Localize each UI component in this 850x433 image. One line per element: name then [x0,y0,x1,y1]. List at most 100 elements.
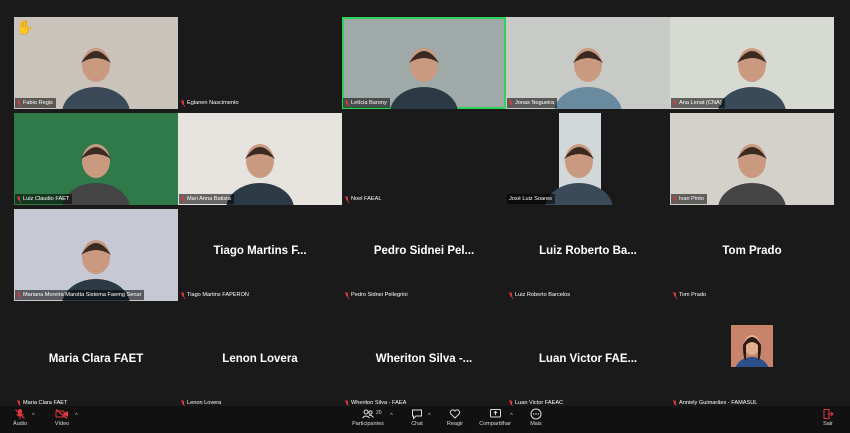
react-button[interactable]: Reagir [445,408,465,427]
video-off-icon [55,409,68,419]
participant-tile[interactable]: Jonas Nogueira [506,17,670,109]
participant-tile[interactable]: Luan Victor FAE... Luan Victor FAEAC [506,317,670,409]
muted-mic-icon [508,291,514,299]
share-screen-icon [489,409,501,418]
participant-tile[interactable]: ✋ Fabio Regis [14,17,178,109]
participant-tile[interactable]: Maria Clara FAET Maria Clara FAET [14,317,178,409]
participant-name-label: Mariana Moreira Marotta Sistema Faemg Se… [15,290,145,300]
more-icon [530,408,542,420]
participants-options-chevron-icon[interactable]: ^ [390,413,393,419]
muted-mic-icon [180,291,186,299]
muted-mic-icon [16,291,22,299]
participant-name-label: Tom Prado [671,290,709,300]
participants-icon [362,409,374,419]
participant-tile[interactable]: Noel FAEAL [342,113,506,205]
video-feed [545,113,613,205]
chat-button[interactable]: Chat [408,408,426,427]
video-button[interactable]: Vídeo [51,408,73,427]
participant-name-label: Ana Lenat (CNA) [671,98,725,108]
chat-label: Chat [411,421,423,427]
participant-tile[interactable]: Ivan Pinto [670,113,834,205]
participant-name-label: Fabio Regis [15,98,56,108]
participant-name: Letícia Barony [351,100,387,106]
participant-name-label: Eglanen Nascimento [179,98,242,108]
participant-tile[interactable]: Luiz Claudio FAET [14,113,178,205]
participant-tile[interactable]: Tom Prado Tom Prado [670,209,834,301]
muted-mic-icon [344,195,350,203]
more-button[interactable]: Mais [527,408,545,427]
participants-label: Participantes [352,421,384,427]
participant-name-label: Tiago Martins FAPERON [179,290,252,300]
participant-display-name: Tiago Martins F... [213,245,307,257]
leave-label: Sair [823,421,833,427]
participant-tile[interactable]: Mariana Moreira Marotta Sistema Faemg Se… [14,209,178,301]
share-label: Compartilhar [479,421,511,427]
participant-tile[interactable]: Tiago Martins F... Tiago Martins FAPERON [178,209,342,301]
gallery-grid: ✋ Fabio Regis Eglanen Nascimento Letícia Ba… [14,17,834,409]
participant-name: Ivan Pinto [679,196,704,202]
participant-tile[interactable]: Pedro Sidnei Pel... Pedro Sidnei Pellegri… [342,209,506,301]
participant-tile[interactable]: Letícia Barony [342,17,506,109]
video-feed [226,144,294,205]
participant-name-label: Ivan Pinto [671,194,707,204]
share-options-chevron-icon[interactable]: ^ [510,413,513,419]
participant-name: Luiz Claudio FAET [23,196,70,202]
more-label: Mais [530,421,542,427]
participant-tile[interactable]: Ana Lenat (CNA) [670,17,834,109]
participant-display-name: Maria Clara FAET [48,353,144,365]
muted-mic-icon [508,99,514,107]
participant-display-name: Luan Victor FAE... [538,353,638,365]
participant-tile[interactable]: Eglanen Nascimento [178,17,342,109]
participant-tile[interactable]: Mari Anna Batista [178,113,342,205]
participant-tile[interactable]: Lenon Lovera Lenon Lovera [178,317,342,409]
participant-name: Tiago Martins FAPERON [187,292,249,298]
participant-display-name: Wheriton Silva -... [375,353,473,365]
muted-mic-icon [16,195,22,203]
participant-name-label: Jonas Nogueira [507,98,558,108]
participant-name-label: Noel FAEAL [343,194,384,204]
participant-name: Jonas Nogueira [515,100,555,106]
muted-mic-icon [180,195,186,203]
participant-name: José Luiz Soares [509,196,552,202]
meeting-toolbar: Áudio ^ Vídeo ^ Participantes 20 ^ Chat … [0,406,850,433]
muted-mic-icon [672,195,678,203]
participant-name-label: Luiz Roberto Barcelos [507,290,573,300]
video-feed [62,48,130,109]
video-feed [62,144,130,205]
audio-options-chevron-icon[interactable]: ^ [32,413,35,419]
video-feed [554,48,622,109]
participant-tile[interactable]: José Luiz Soares [506,113,670,205]
video-feed [62,240,130,301]
participant-name: Luiz Roberto Barcelos [515,292,571,298]
participant-name: Fabio Regis [23,100,53,106]
react-label: Reagir [446,421,464,427]
video-options-chevron-icon[interactable]: ^ [75,413,78,419]
participant-name-label: José Luiz Soares [507,194,555,204]
muted-mic-icon [344,291,350,299]
muted-mic-icon [16,99,22,107]
muted-mic-icon [180,99,186,107]
participant-name-label: Letícia Barony [343,98,390,108]
profile-thumbnail [731,325,773,385]
participant-display-name: Tom Prado [722,245,782,257]
leave-button[interactable]: Sair [820,408,836,427]
participant-name: Mariana Moreira Marotta Sistema Faemg Se… [23,292,142,298]
participant-name: Ana Lenat (CNA) [679,100,722,106]
participant-name-label: Luiz Claudio FAET [15,194,73,204]
participant-name: Pedro Sidnei Pellegrini [351,292,408,298]
muted-mic-icon [672,99,678,107]
video-feed [390,48,458,109]
participant-tile[interactable]: Luiz Roberto Ba... Luiz Roberto Barcelos [506,209,670,301]
participant-tile[interactable]: Anniely Guimarães - FAMASUL [670,317,834,409]
participant-name: Eglanen Nascimento [187,100,239,106]
participant-tile[interactable]: Wheriton Silva -... Wheriton Silva - FAEA [342,317,506,409]
participant-display-name: Luiz Roberto Ba... [539,245,637,257]
video-feed [718,144,786,205]
audio-label: Áudio [12,421,28,427]
participant-name: Tom Prado [679,292,707,298]
audio-button[interactable]: Áudio [10,408,30,427]
chat-options-chevron-icon[interactable]: ^ [428,413,431,419]
share-button[interactable]: Compartilhar [477,408,513,427]
participant-name-label: Pedro Sidnei Pellegrini [343,290,411,300]
heart-icon [449,409,461,419]
